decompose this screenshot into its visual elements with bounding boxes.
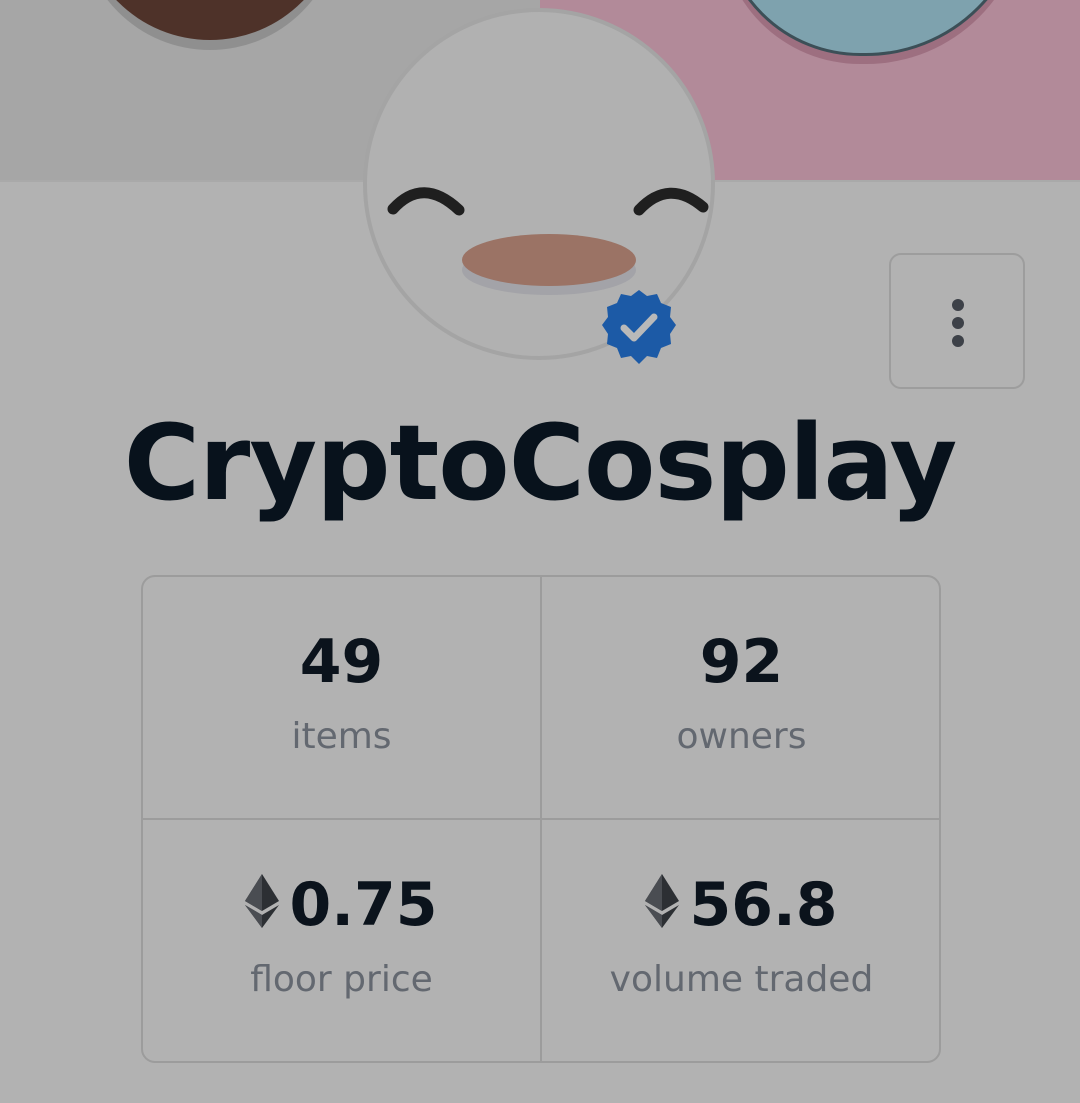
stat-items[interactable]: 49 items [143, 577, 542, 820]
stat-floor-price[interactable]: 0.75 floor price [143, 820, 542, 1061]
collection-title: CryptoCosplay [123, 402, 958, 524]
ethereum-icon [245, 874, 280, 928]
stat-owners-label: owners [676, 716, 807, 757]
stat-owners[interactable]: 92 owners [542, 577, 939, 820]
vertical-ellipsis-dot [952, 335, 964, 347]
stat-items-label: items [291, 716, 392, 757]
stat-floor-price-value: 0.75 [289, 870, 438, 940]
stat-items-value: 49 [299, 627, 384, 697]
stat-volume-traded[interactable]: 56.8 volume traded [542, 820, 939, 1061]
stat-volume-traded-value: 56.8 [689, 870, 838, 940]
stat-owners-value: 92 [699, 627, 784, 697]
ethereum-icon [645, 874, 680, 928]
stat-floor-price-label: floor price [250, 959, 433, 1000]
more-options-button[interactable] [889, 253, 1025, 389]
collection-stats: 49 items 92 owners 0.75 floor price 56.8… [141, 575, 941, 1063]
verified-badge-icon [602, 290, 676, 364]
stat-volume-traded-label: volume traded [609, 959, 874, 1000]
collection-page: CryptoCosplay 49 items 92 owners 0.75 fl… [0, 0, 1080, 1103]
vertical-ellipsis-icon [952, 299, 964, 311]
vertical-ellipsis-dot [952, 317, 964, 329]
